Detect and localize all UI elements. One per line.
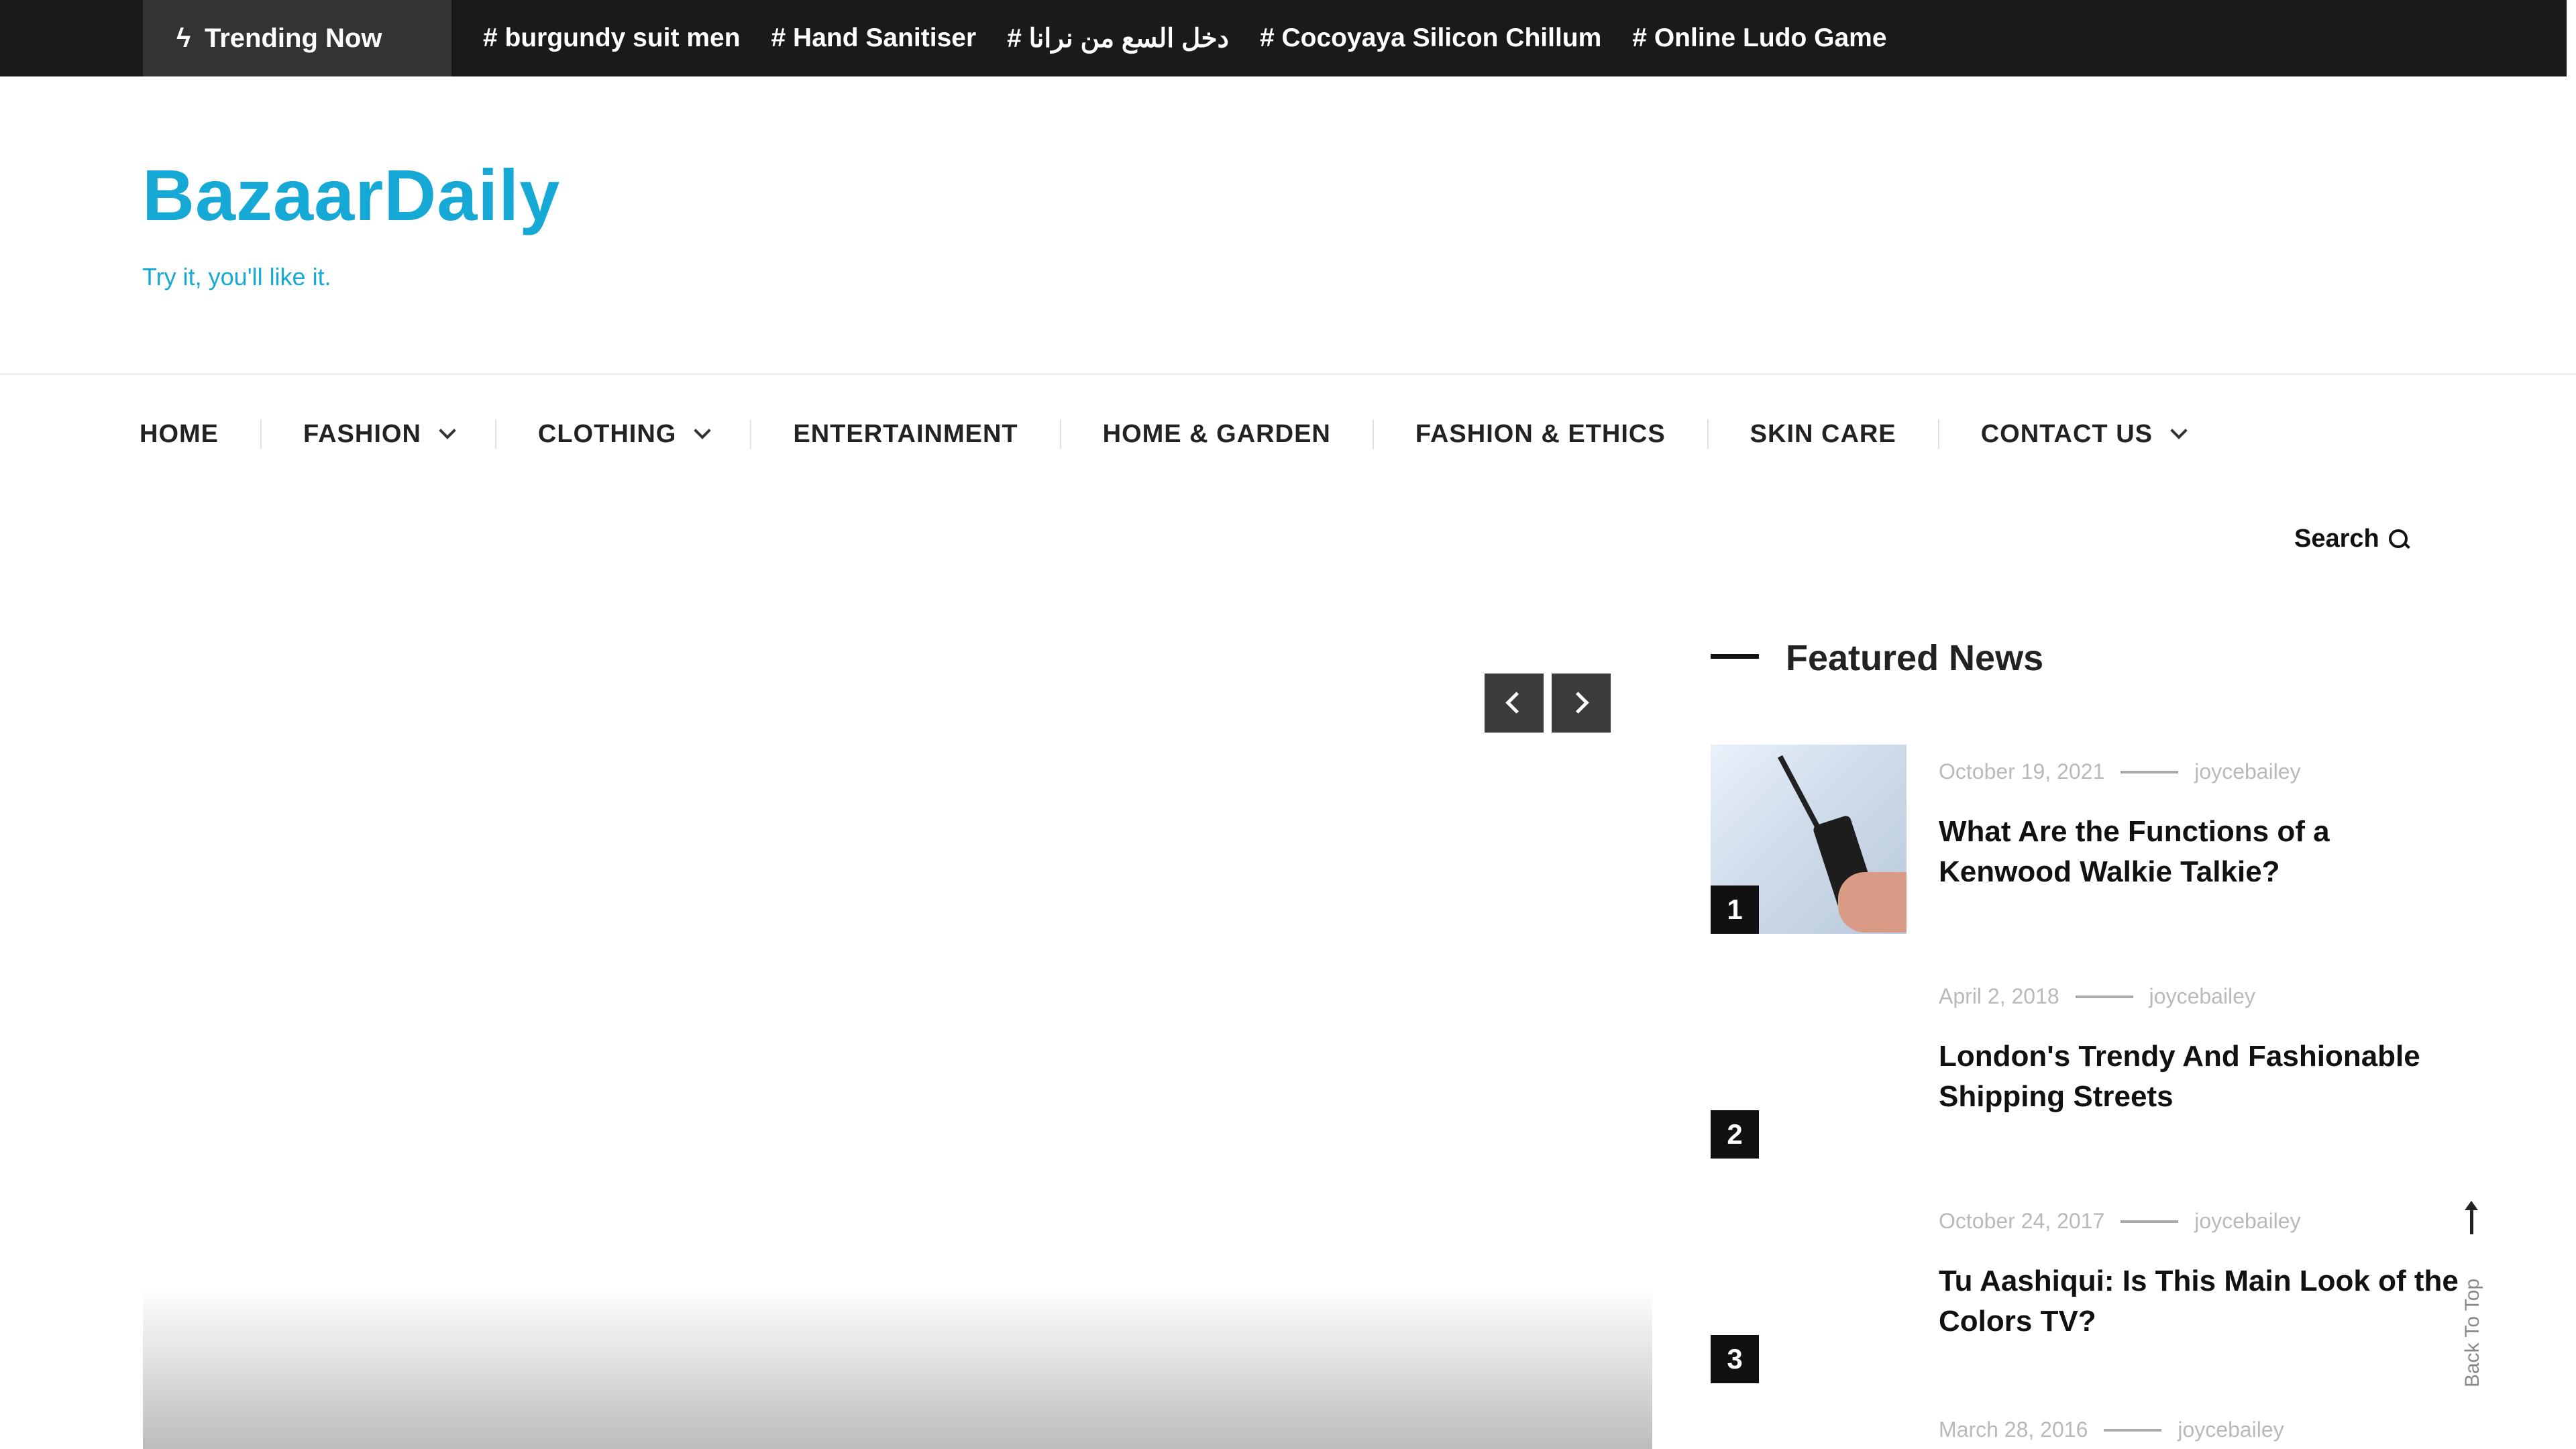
featured-news-heading: Featured News xyxy=(1786,638,2044,678)
featured-item[interactable]: 3 October 24, 2017 joycebailey Tu Aashiq… xyxy=(1711,1194,2462,1395)
slider-prev-button[interactable] xyxy=(1485,674,1544,733)
nav-item-label: HOME xyxy=(140,419,219,448)
post-date[interactable]: October 19, 2021 xyxy=(1939,759,2104,784)
meta-separator xyxy=(2075,995,2133,998)
nav-divider xyxy=(1059,419,1061,449)
nav-item-label: CLOTHING xyxy=(537,419,677,448)
header-divider xyxy=(0,373,2576,375)
search-label: Search xyxy=(2294,525,2379,553)
back-to-top-button[interactable]: Back To Top xyxy=(2453,1201,2493,1422)
post-date[interactable]: October 24, 2017 xyxy=(1939,1209,2104,1234)
post-author[interactable]: joycebailey xyxy=(2178,1417,2284,1442)
main-navigation: HOME FASHION CLOTHING ENTERTAINMENT HOME… xyxy=(140,411,2188,458)
post-author[interactable]: joycebailey xyxy=(2194,759,2300,784)
chevron-down-icon xyxy=(439,422,456,439)
nav-item-label: CONTACT US xyxy=(1980,419,2153,448)
meta-separator xyxy=(2121,770,2179,773)
trending-now-label: ϟ Trending Now xyxy=(143,0,451,76)
nav-item-label: HOME & GARDEN xyxy=(1102,419,1331,448)
post-meta: October 19, 2021 joycebailey xyxy=(1939,759,2301,784)
post-author[interactable]: joycebailey xyxy=(2194,1209,2300,1234)
nav-divider xyxy=(1707,419,1709,449)
nav-item-label: ENTERTAINMENT xyxy=(793,419,1018,448)
nav-item-label: FASHION xyxy=(303,419,421,448)
nav-item-clothing[interactable]: CLOTHING xyxy=(537,419,712,449)
hand-graphic xyxy=(1838,872,1907,932)
trending-title: Trending Now xyxy=(205,23,382,53)
nav-divider xyxy=(1372,419,1374,449)
trending-tag[interactable]: # Online Ludo Game xyxy=(1632,23,1886,53)
search-button[interactable]: Search xyxy=(2294,525,2409,553)
post-date[interactable]: April 2, 2018 xyxy=(1939,984,2059,1009)
chevron-right-icon xyxy=(1567,692,1589,714)
post-date[interactable]: March 28, 2016 xyxy=(1939,1417,2088,1442)
post-title[interactable]: London's Trendy And Fashionable Shipping… xyxy=(1939,1036,2462,1117)
meta-separator xyxy=(2121,1220,2179,1223)
chevron-down-icon xyxy=(2170,422,2188,439)
site-tagline: Try it, you'll like it. xyxy=(142,263,331,290)
nav-item-home-garden[interactable]: HOME & GARDEN xyxy=(1103,420,1331,449)
nav-item-label: FASHION & ETHICS xyxy=(1415,419,1666,448)
nav-item-home[interactable]: HOME xyxy=(140,420,219,449)
post-meta: March 28, 2016 joycebailey xyxy=(1939,1417,2284,1442)
slider-image-placeholder xyxy=(143,1288,1652,1449)
rank-badge: 2 xyxy=(1711,1110,1759,1159)
rank-badge: 1 xyxy=(1711,885,1759,934)
trending-tag[interactable]: # burgundy suit men xyxy=(483,23,741,53)
rank-badge: 3 xyxy=(1711,1335,1759,1383)
walkie-talkie-antenna xyxy=(1777,755,1824,835)
nav-item-label: SKIN CARE xyxy=(1750,419,1896,448)
nav-item-entertainment[interactable]: ENTERTAINMENT xyxy=(793,420,1018,449)
featured-item[interactable]: March 28, 2016 joycebailey xyxy=(1711,1417,2462,1449)
nav-item-fashion[interactable]: FASHION xyxy=(303,419,456,449)
post-meta: April 2, 2018 joycebailey xyxy=(1939,984,2255,1009)
post-meta: October 24, 2017 joycebailey xyxy=(1939,1209,2301,1234)
section-marker xyxy=(1711,654,1759,659)
nav-divider xyxy=(750,419,752,449)
nav-item-contact-us[interactable]: CONTACT US xyxy=(1980,419,2188,449)
back-to-top-label: Back To Top xyxy=(2461,1278,2483,1388)
bolt-icon: ϟ xyxy=(176,23,191,53)
trending-tags: # burgundy suit men # Hand Sanitiser # د… xyxy=(483,0,1887,76)
post-title[interactable]: Tu Aashiqui: Is This Main Look of the Co… xyxy=(1939,1261,2462,1342)
post-title[interactable]: What Are the Functions of a Kenwood Walk… xyxy=(1939,812,2462,892)
nav-divider xyxy=(260,419,262,449)
post-author[interactable]: joycebailey xyxy=(2149,984,2255,1009)
nav-item-skin-care[interactable]: SKIN CARE xyxy=(1750,420,1896,449)
search-icon xyxy=(2388,529,2409,549)
trending-tag[interactable]: # Cocoyaya Silicon Chillum xyxy=(1260,23,1601,53)
slider-next-button[interactable] xyxy=(1552,674,1611,733)
meta-separator xyxy=(2104,1428,2162,1432)
nav-item-fashion-ethics[interactable]: FASHION & ETHICS xyxy=(1415,420,1666,449)
nav-divider xyxy=(494,419,496,449)
main-slider xyxy=(143,604,1652,1449)
chevron-left-icon xyxy=(1505,692,1527,714)
trending-bar: ϟ Trending Now # burgundy suit men # Han… xyxy=(0,0,2567,76)
trending-tag[interactable]: # دخل السع من نرانا xyxy=(1007,23,1229,54)
site-logo[interactable]: BazaarDaily xyxy=(142,153,560,237)
featured-item[interactable]: 2 April 2, 2018 joycebailey London's Tre… xyxy=(1711,969,2462,1171)
chevron-down-icon xyxy=(694,422,712,439)
nav-divider xyxy=(1937,419,1939,449)
trending-tag[interactable]: # Hand Sanitiser xyxy=(771,23,977,53)
featured-item[interactable]: 1 October 19, 2021 joycebailey What Are … xyxy=(1711,745,2462,946)
arrow-up-stem xyxy=(2470,1206,2473,1234)
